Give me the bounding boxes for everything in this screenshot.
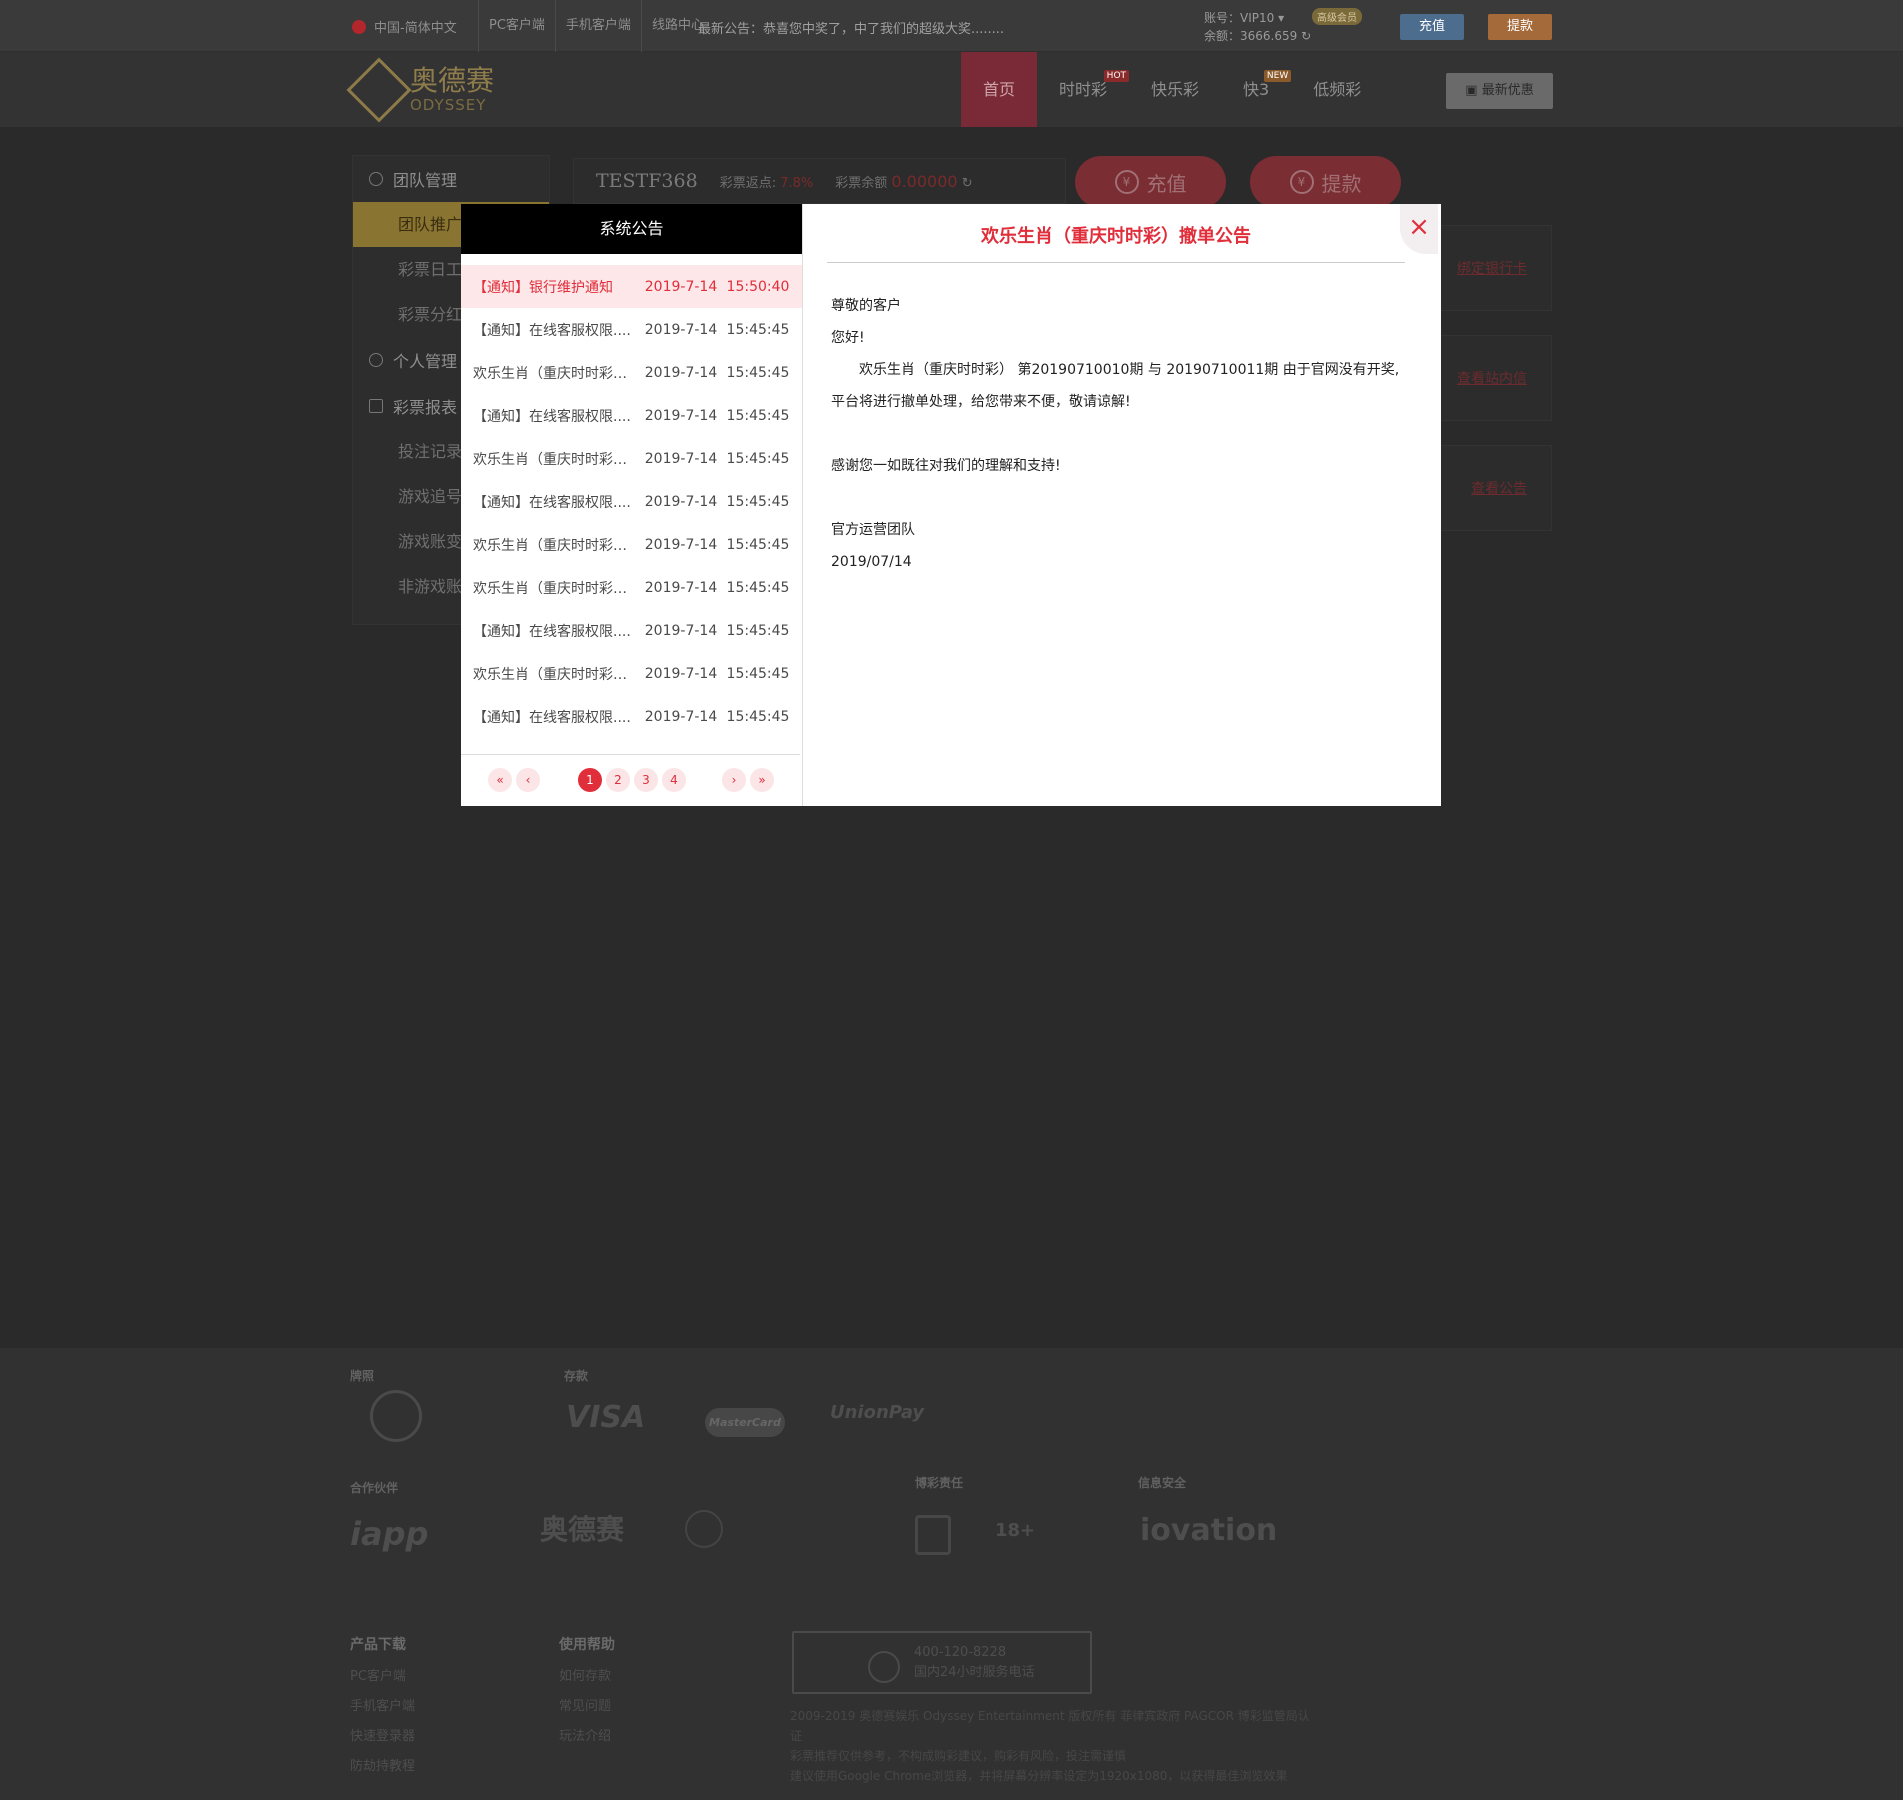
signature-date: 2019/07/14 (831, 554, 912, 570)
notice-time: 15:50:40 (726, 278, 790, 295)
notice-time: 15:45:45 (726, 407, 790, 424)
notice-list-item[interactable]: 【通知】银行维护通知 2019-7-14 15:50:40 (461, 265, 802, 308)
notice-date: 2019-7-14 (644, 407, 718, 424)
notice-date: 2019-7-14 (644, 708, 718, 725)
next-page-button[interactable]: › (722, 768, 746, 792)
notice-date: 2019-7-14 (644, 321, 718, 338)
notice-list-item[interactable]: 欢乐生肖（重庆时时彩）... 2019-7-14 15:45:45 (461, 566, 802, 609)
notice-date: 2019-7-14 (644, 622, 718, 639)
page-4-button[interactable]: 4 (662, 768, 686, 792)
greeting: 尊敬的客户 (831, 298, 901, 314)
notice-date: 2019-7-14 (644, 493, 718, 510)
notice-date: 2019-7-14 (644, 364, 718, 381)
notice-time: 15:45:45 (726, 622, 790, 639)
notice-title: 【通知】在线客服权限.... (473, 709, 631, 726)
notice-title: 【通知】在线客服权限.... (473, 322, 631, 339)
notice-time: 15:45:45 (726, 708, 790, 725)
notice-title: 【通知】在线客服权限.... (473, 408, 631, 425)
notice-list-item[interactable]: 欢乐生肖（重庆时时彩）... 2019-7-14 15:45:45 (461, 652, 802, 695)
notice-date: 2019-7-14 (644, 579, 718, 596)
notice-list-title: 系统公告 (461, 204, 802, 254)
notice-list-item[interactable]: 【通知】在线客服权限.... 2019-7-14 15:45:45 (461, 480, 802, 523)
notice-title: 欢乐生肖（重庆时时彩）... (473, 666, 633, 683)
notice-list-item[interactable]: 欢乐生肖（重庆时时彩）... 2019-7-14 15:45:45 (461, 523, 802, 566)
notice-date: 2019-7-14 (644, 450, 718, 467)
page-2-button[interactable]: 2 (606, 768, 630, 792)
notice-title: 欢乐生肖（重庆时时彩）... (473, 451, 633, 468)
notice-title: 【通知】银行维护通知 (473, 279, 613, 296)
notice-title: 【通知】在线客服权限.... (473, 494, 631, 511)
notice-list: 【通知】银行维护通知 2019-7-14 15:50:40 【通知】在线客服权限...… (461, 265, 802, 738)
notice-time: 15:45:45 (726, 493, 790, 510)
notice-list-item[interactable]: 欢乐生肖（重庆时时彩）... 2019-7-14 15:45:45 (461, 437, 802, 480)
body-line-2: 平台将进行撤单处理，给您带来不便，敬请谅解! (831, 394, 1131, 410)
notice-title: 欢乐生肖（重庆时时彩）... (473, 580, 633, 597)
signature-team: 官方运营团队 (831, 522, 915, 538)
notice-time: 15:45:45 (726, 321, 790, 338)
notice-list-item[interactable]: 【通知】在线客服权限.... 2019-7-14 15:45:45 (461, 394, 802, 437)
notice-date: 2019-7-14 (644, 278, 718, 295)
notice-title: 【通知】在线客服权限.... (473, 623, 631, 640)
notice-date: 2019-7-14 (644, 665, 718, 682)
hello: 您好! (831, 330, 865, 346)
notice-list-item[interactable]: 【通知】在线客服权限.... 2019-7-14 15:45:45 (461, 308, 802, 351)
notice-time: 15:45:45 (726, 665, 790, 682)
notice-detail-title: 欢乐生肖（重庆时时彩）撤单公告 (981, 226, 1251, 247)
thanks-line: 感谢您一如既往对我们的理解和支持! (831, 458, 1061, 474)
title-divider (827, 262, 1405, 263)
prev-page-button[interactable]: ‹ (516, 768, 540, 792)
last-page-button[interactable]: » (750, 768, 774, 792)
notice-title: 欢乐生肖（重庆时时彩）... (473, 537, 633, 554)
pagination: « ‹ 1 2 3 4 › » (461, 754, 800, 805)
notice-list-item[interactable]: 欢乐生肖（重庆时时彩）... 2019-7-14 15:45:45 (461, 351, 802, 394)
notice-time: 15:45:45 (726, 450, 790, 467)
notice-title: 欢乐生肖（重庆时时彩）... (473, 365, 633, 382)
page-3-button[interactable]: 3 (634, 768, 658, 792)
first-page-button[interactable]: « (488, 768, 512, 792)
body-line-1: 欢乐生肖（重庆时时彩） 第20190710010期 与 20190710011期… (859, 362, 1400, 378)
notice-time: 15:45:45 (726, 579, 790, 596)
notice-list-item[interactable]: 【通知】在线客服权限.... 2019-7-14 15:45:45 (461, 609, 802, 652)
notice-detail-body: 尊敬的客户 您好! 欢乐生肖（重庆时时彩） 第20190710010期 与 20… (831, 290, 1411, 578)
page-1-button[interactable]: 1 (578, 768, 602, 792)
notice-time: 15:45:45 (726, 364, 790, 381)
notice-time: 15:45:45 (726, 536, 790, 553)
notice-date: 2019-7-14 (644, 536, 718, 553)
notice-detail-panel: 欢乐生肖（重庆时时彩）撤单公告 尊敬的客户 您好! 欢乐生肖（重庆时时彩） 第2… (802, 204, 1441, 806)
notice-list-panel: 系统公告 【通知】银行维护通知 2019-7-14 15:50:40 【通知】在线客服… (461, 204, 802, 806)
notice-list-item[interactable]: 【通知】在线客服权限.... 2019-7-14 15:45:45 (461, 695, 802, 738)
